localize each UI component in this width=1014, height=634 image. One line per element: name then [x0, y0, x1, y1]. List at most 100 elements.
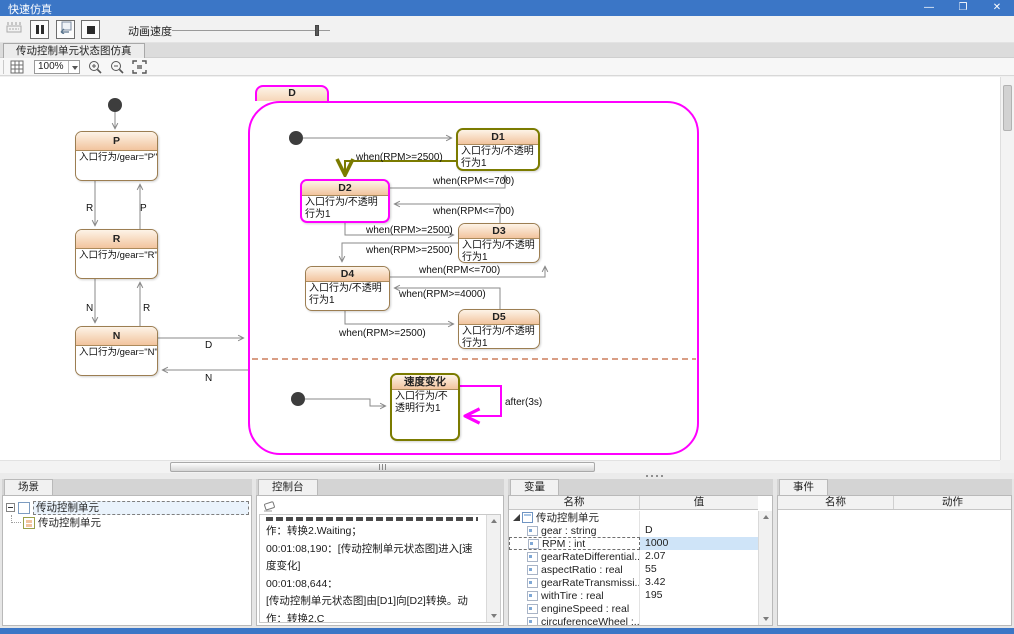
zoom-level-select[interactable]: 100% — [34, 60, 80, 74]
step-button[interactable] — [56, 20, 75, 39]
transition-label-n-r: R — [143, 303, 150, 314]
state-d4-title: D4 — [306, 267, 389, 282]
variable-row[interactable]: aspectRatio : real 55 — [509, 563, 758, 576]
stop-button[interactable] — [81, 20, 100, 39]
log-line: 00:01:08,190：[传动控制单元状态图]进入[速度变化] — [266, 541, 480, 576]
state-r-title: R — [76, 230, 157, 249]
transition-label-d3-d4: when(RPM>=2500) — [366, 245, 453, 256]
variable-row[interactable]: circuferenceWheel :... — [509, 615, 758, 625]
variable-row-selected[interactable]: RPM : int 1000 — [509, 537, 758, 550]
state-speed-change-title: 速度变化 — [392, 375, 458, 390]
variables-col-name: 名称 — [509, 496, 640, 509]
close-button[interactable]: ✕ — [984, 0, 1010, 16]
state-p-entry: 入口行为/gear="P" — [76, 151, 157, 165]
run-icon — [6, 21, 22, 39]
scene-panel: 场景 传动控制单元 传动控制单元 — [2, 479, 252, 628]
field-icon — [528, 539, 539, 549]
variables-scrollbar[interactable] — [758, 511, 772, 625]
transition-label-d3-d2: when(RPM<=700) — [433, 206, 514, 217]
canvas-horizontal-scrollbar[interactable] — [0, 460, 1000, 473]
transition-label-d1-d2: when(RPM>=2500) — [356, 152, 443, 163]
state-r-entry: 入口行为/gear="R" — [76, 249, 157, 263]
log-line: 00:01:08,644： — [266, 576, 480, 594]
transition-label-d5-d4: when(RPM>=4000) — [399, 289, 486, 300]
zoom-in-icon — [88, 60, 102, 74]
events-col-name: 名称 — [778, 496, 894, 509]
variables-header: 名称 值 — [509, 496, 758, 510]
scroll-up-icon[interactable] — [763, 515, 769, 519]
speed-slider-thumb[interactable] — [315, 25, 319, 36]
minimize-button[interactable]: — — [916, 0, 942, 16]
speed-slider-track[interactable] — [172, 30, 330, 31]
tab-events[interactable]: 事件 — [779, 479, 828, 495]
run-button[interactable] — [4, 20, 23, 39]
scene-tree-root[interactable]: 传动控制单元 — [3, 500, 251, 515]
scene-tree-child-label: 传动控制单元 — [38, 515, 101, 530]
state-d1-entry: 入口行为/不透明行为1 — [458, 145, 538, 170]
state-d5-entry: 入口行为/不透明行为1 — [459, 325, 539, 349]
state-d5[interactable]: D5 入口行为/不透明行为1 — [458, 309, 540, 349]
transition-label-d-n: N — [205, 373, 212, 384]
horizontal-scroll-thumb[interactable] — [170, 462, 595, 472]
transition-label-d4-d3: when(RPM<=700) — [419, 265, 500, 276]
zoom-level-value: 100% — [38, 61, 64, 72]
transition-label-d4-d5: when(RPM>=2500) — [339, 328, 426, 339]
log-line: 作：转换2.Waiting； — [266, 523, 480, 541]
splitter-grip-icon — [646, 475, 663, 477]
canvas-vertical-scrollbar[interactable] — [1000, 77, 1014, 460]
tab-console[interactable]: 控制台 — [258, 479, 318, 495]
console-log: 作：转换2.Waiting； 00:01:08,190：[传动控制单元状态图]进… — [260, 515, 486, 622]
scroll-down-icon[interactable] — [763, 617, 769, 621]
variable-row[interactable]: gearRateTransmissi... 3.42 — [509, 576, 758, 589]
transition-label-d2-d1: when(RPM<=700) — [433, 176, 514, 187]
state-n-title: N — [76, 327, 157, 346]
state-d3[interactable]: D3 入口行为/不透明行为1 — [458, 223, 540, 263]
diagram-canvas[interactable]: D P 入口行为/gear="P" R 入口行为/gear="R" N 入口行为… — [0, 77, 1000, 460]
state-d3-title: D3 — [459, 224, 539, 239]
fit-to-window-icon — [132, 60, 147, 74]
expand-triangle-icon[interactable] — [513, 514, 520, 521]
console-panel: 控制台 作：转换2.Waiting； 00:01:08,190：[传动控制单元状… — [256, 479, 504, 628]
tab-variables[interactable]: 变量 — [510, 479, 559, 495]
variable-row[interactable]: gear : string D — [509, 524, 758, 537]
transition-label-n-d: D — [205, 340, 212, 351]
scroll-down-icon[interactable] — [491, 614, 497, 618]
variable-row[interactable]: engineSpeed : real — [509, 602, 758, 615]
collapse-icon[interactable] — [6, 503, 15, 512]
scrollbar-corner — [1000, 460, 1014, 473]
events-col-action: 动作 — [894, 496, 1011, 509]
scene-tree-child[interactable]: 传动控制单元 — [3, 515, 251, 530]
state-p[interactable]: P 入口行为/gear="P" — [75, 131, 158, 181]
variable-row[interactable]: withTire : real 195 — [509, 589, 758, 602]
state-d-tab[interactable]: D — [255, 85, 329, 101]
pause-button[interactable] — [30, 20, 49, 39]
transition-label-p-r: R — [86, 203, 93, 214]
variable-row[interactable]: gearRateDifferential.. 2.07 — [509, 550, 758, 563]
field-icon — [527, 591, 538, 601]
state-d2[interactable]: D2 入口行为/不透明行为1 — [300, 179, 390, 223]
state-d1[interactable]: D1 入口行为/不透明行为1 — [456, 128, 540, 171]
stop-icon — [87, 26, 95, 34]
tab-scene[interactable]: 场景 — [4, 479, 53, 495]
restore-button[interactable]: ❐ — [950, 0, 976, 16]
events-header: 名称 动作 — [778, 496, 1011, 510]
tab-statechart-simulation[interactable]: 传动控制单元状态图仿真 — [3, 43, 145, 58]
console-scrollbar[interactable] — [486, 515, 500, 622]
state-r[interactable]: R 入口行为/gear="R" — [75, 229, 158, 279]
transition-label-r-n: N — [86, 303, 93, 314]
clipped-log-line — [266, 517, 478, 521]
field-icon — [527, 578, 538, 588]
zoom-out-icon — [110, 60, 124, 74]
canvas-toolbar: 100% — [0, 58, 1014, 76]
scroll-up-icon[interactable] — [491, 519, 497, 523]
state-n-entry: 入口行为/gear="N" — [76, 346, 157, 360]
state-speed-change[interactable]: 速度变化 入口行为/不透明行为1 — [390, 373, 460, 441]
transition-label-after3s: after(3s) — [505, 397, 542, 408]
variables-panel: 变量 名称 值 传动控制单元 gear : string D RPM : int… — [508, 479, 773, 628]
vertical-scroll-thumb[interactable] — [1003, 85, 1012, 131]
state-n[interactable]: N 入口行为/gear="N" — [75, 326, 158, 376]
variable-row-root[interactable]: 传动控制单元 — [509, 511, 758, 524]
transition-label-d2-d3: when(RPM>=2500) — [366, 225, 453, 236]
toolbar-divider — [3, 60, 4, 74]
state-d4[interactable]: D4 入口行为/不透明行为1 — [305, 266, 390, 311]
